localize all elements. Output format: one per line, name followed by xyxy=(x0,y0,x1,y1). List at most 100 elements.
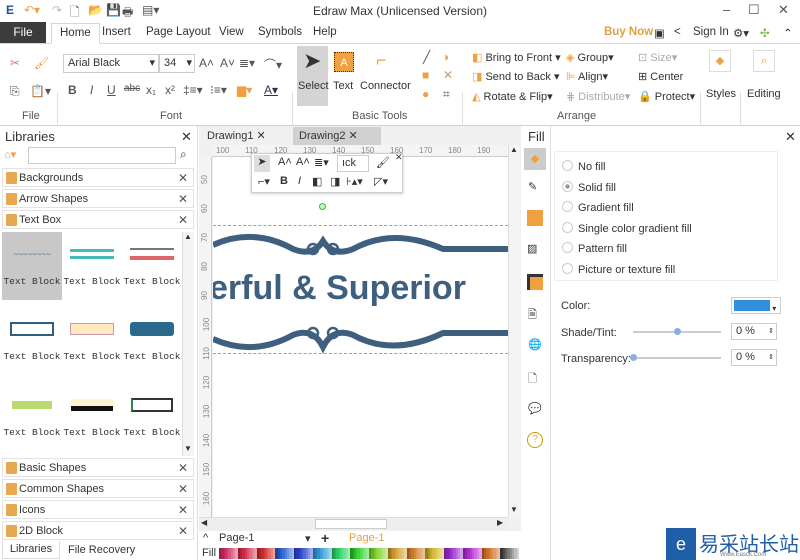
share-icon[interactable]: < xyxy=(674,26,681,38)
library-2d-block[interactable]: 2D Block ✕ xyxy=(2,521,194,540)
shade-tint-input[interactable]: 0 % ⇕ xyxy=(731,323,777,340)
underline-icon[interactable]: U xyxy=(107,83,116,97)
italic-icon[interactable]: I xyxy=(90,83,93,97)
scroll-up-icon[interactable]: ▲ xyxy=(510,145,518,154)
paste-icon[interactable]: 📋▾ xyxy=(30,84,51,98)
search-icon[interactable]: ⌕ xyxy=(180,147,187,162)
transparency-slider[interactable] xyxy=(630,354,721,361)
add-page-icon[interactable]: + xyxy=(321,530,329,546)
home-icon[interactable]: ⌂▾ xyxy=(4,148,16,161)
image-icon[interactable]: ▨ xyxy=(527,242,537,255)
bring-to-front-icon[interactable]: ◧ xyxy=(312,175,322,188)
editing-button[interactable]: ⌕ Editing xyxy=(745,48,785,108)
layer-icon[interactable] xyxy=(527,274,543,290)
buy-now-link[interactable]: Buy Now xyxy=(604,26,653,38)
text-block-item[interactable]: Text Block xyxy=(2,307,62,375)
text-block-item[interactable]: Text Block xyxy=(62,307,122,375)
vertical-scrollbar[interactable]: ▲ ▼ xyxy=(508,145,520,517)
text-block-item[interactable]: Text Block xyxy=(122,307,182,375)
collapse-ribbon-icon[interactable]: ⌃ xyxy=(783,26,793,40)
drawing-canvas[interactable]: erful & Superior xyxy=(213,157,508,517)
fill-option-radio[interactable]: No fill xyxy=(562,160,606,173)
tab-drawing2[interactable]: Drawing2 ✕ xyxy=(293,127,381,145)
text-block-item[interactable]: Text Block xyxy=(2,383,62,451)
library-basic-shapes[interactable]: Basic Shapes ✕ xyxy=(2,458,194,477)
slider-thumb[interactable] xyxy=(674,328,681,335)
cross-icon[interactable]: ✕ xyxy=(443,68,453,82)
close-icon[interactable]: ✕ xyxy=(349,130,358,142)
bullets-icon[interactable]: ⁝≡▾ xyxy=(210,83,227,97)
color-palette[interactable] xyxy=(219,548,519,559)
page-dropdown-icon[interactable]: ▾ xyxy=(305,532,311,545)
tab-home[interactable]: Home xyxy=(51,23,100,44)
close-icon[interactable]: ✕ xyxy=(178,171,188,185)
scroll-right-icon[interactable]: ▶ xyxy=(497,518,503,527)
mini-font-select[interactable]: ıck xyxy=(337,155,369,172)
pointer-icon[interactable]: ➤ xyxy=(254,155,270,172)
library-common-shapes[interactable]: Common Shapes ✕ xyxy=(2,479,194,498)
align-icon[interactable]: ≣▾ xyxy=(314,156,329,169)
bold-icon[interactable]: B xyxy=(280,175,288,187)
library-text-box[interactable]: Text Box ✕ xyxy=(2,210,194,229)
close-icon[interactable]: ✕ xyxy=(395,152,403,163)
text-block-item[interactable]: Text Block xyxy=(122,232,182,300)
scroll-down-icon[interactable]: ▼ xyxy=(510,505,518,514)
shrink-font-icon[interactable]: A˅ xyxy=(220,56,235,70)
minimize-button[interactable]: – xyxy=(723,2,730,17)
text-block-item[interactable]: ~~~~~~~~ Text Block xyxy=(2,232,62,300)
close-icon[interactable]: ✕ xyxy=(178,503,188,517)
font-size-select[interactable]: 34 ▾ xyxy=(159,54,195,73)
rectangle-icon[interactable]: ■ xyxy=(422,68,429,82)
transparency-input[interactable]: 0 % ⇕ xyxy=(731,349,777,366)
library-icons[interactable]: Icons ✕ xyxy=(2,500,194,519)
close-icon[interactable]: ✕ xyxy=(785,129,796,145)
circle-icon[interactable]: ● xyxy=(422,87,429,101)
send-to-back-button[interactable]: ◨ Send to Back ▾ xyxy=(472,70,559,83)
protect-button[interactable]: 🔒 Protect▾ xyxy=(638,90,695,103)
select-tool-button[interactable]: ➤ Select xyxy=(297,46,329,106)
scroll-down-icon[interactable]: ▼ xyxy=(184,444,192,453)
page-icon[interactable]: 🗎 xyxy=(528,306,537,325)
text-block-item[interactable]: Text Block xyxy=(62,383,122,451)
group-button[interactable]: ◈ Group▾ xyxy=(566,51,614,64)
close-icon[interactable]: ✕ xyxy=(178,192,188,206)
tab-symbols[interactable]: Symbols xyxy=(258,26,302,38)
line-style-icon[interactable]: ✎ xyxy=(528,180,537,193)
library-backgrounds[interactable]: Backgrounds ✕ xyxy=(2,168,194,187)
fill-option-radio[interactable]: Solid fill xyxy=(562,181,616,194)
arc-icon[interactable]: ◗ xyxy=(443,50,450,64)
library-search-input[interactable] xyxy=(28,147,176,164)
canvas-text[interactable]: erful & Superior xyxy=(213,269,466,308)
spacing-icon[interactable]: ⊦▴▾ xyxy=(346,175,363,188)
grow-font-icon[interactable]: A˄ xyxy=(278,156,292,168)
close-button[interactable]: ✕ xyxy=(778,2,789,18)
align-button[interactable]: ⊫ Align▾ xyxy=(566,70,608,83)
superscript-icon[interactable]: x² xyxy=(165,83,175,97)
rotate-handle[interactable] xyxy=(319,203,326,210)
shade-tint-slider[interactable] xyxy=(633,328,721,335)
tab-view[interactable]: View xyxy=(219,26,244,38)
grow-font-icon[interactable]: A˄ xyxy=(199,56,214,70)
tab-page-layout[interactable]: Page Layout xyxy=(146,26,211,38)
globe-icon[interactable]: 🌐 xyxy=(528,338,542,351)
format-painter-icon[interactable]: 🖌 xyxy=(376,156,390,169)
italic-icon[interactable]: I xyxy=(298,175,301,187)
fill-option-radio[interactable]: Gradient fill xyxy=(562,201,634,214)
strikethrough-icon[interactable]: abc xyxy=(124,83,140,94)
text-block-item[interactable]: Text Block xyxy=(122,383,182,451)
distribute-button[interactable]: ⋕ Distribute▾ xyxy=(566,90,630,103)
color-picker[interactable]: ▾ xyxy=(731,297,781,314)
chevron-up-icon[interactable]: ^ xyxy=(203,532,208,544)
size-button[interactable]: ⊡ Size▾ xyxy=(638,51,677,64)
palette-swatch[interactable] xyxy=(516,548,519,559)
maximize-button[interactable]: ☐ xyxy=(748,2,760,18)
file-menu-button[interactable]: File xyxy=(0,22,46,43)
tab-libraries[interactable]: Libraries xyxy=(2,541,60,559)
copy-icon[interactable]: ⎘ xyxy=(10,84,20,99)
subscript-icon[interactable]: x₁ xyxy=(146,83,156,97)
connector-icon[interactable]: ⌐▾ xyxy=(258,175,270,188)
line-spacing-icon[interactable]: ‡≡▾ xyxy=(183,83,203,97)
bring-to-front-button[interactable]: ◧ Bring to Front ▾ xyxy=(472,51,561,64)
highlight-color-icon[interactable]: ▆▾ xyxy=(237,83,252,97)
text-block-item[interactable]: Text Block xyxy=(62,232,122,300)
